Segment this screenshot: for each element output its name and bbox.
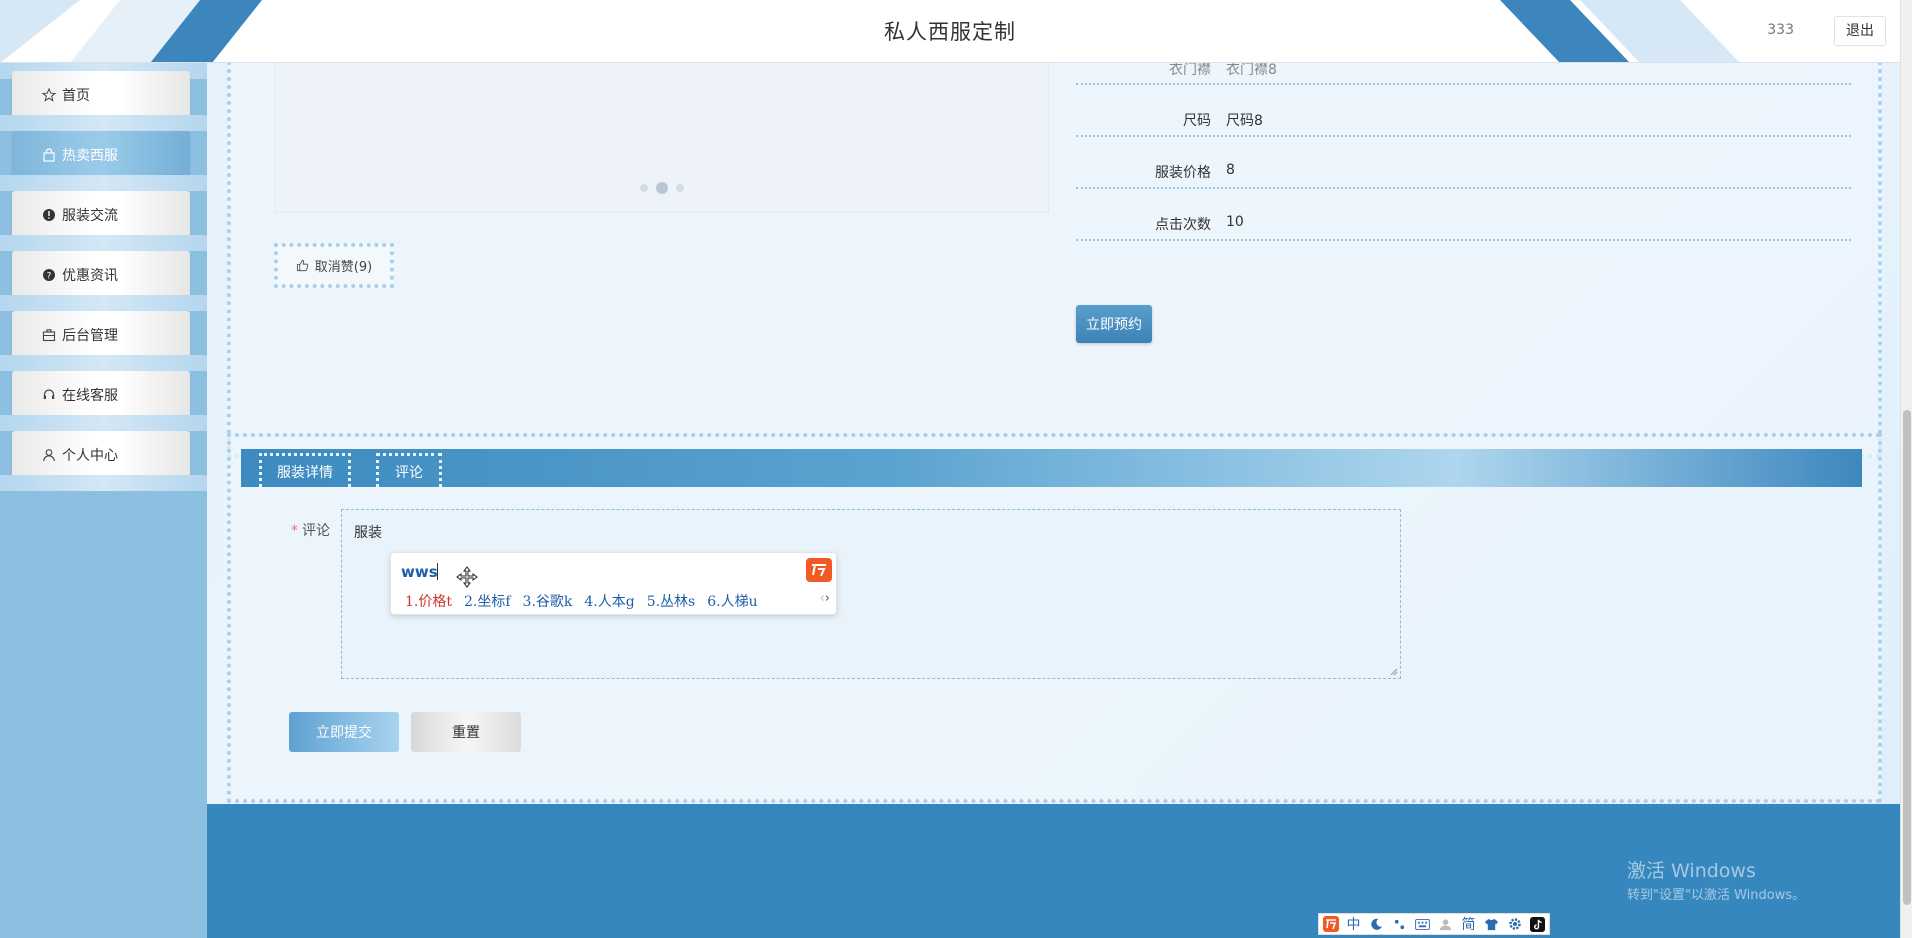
user-icon (42, 448, 56, 462)
sidebar-item-label: 首页 (62, 88, 90, 104)
account-icon[interactable] (1437, 915, 1455, 933)
unlike-label: 取消赞(9) (314, 260, 373, 275)
windows-activation-title: 激活 Windows (1627, 860, 1756, 882)
sidebar-divider (0, 355, 207, 371)
ime-mode-toggle[interactable]: 中 (1345, 915, 1363, 933)
ime-candidate[interactable]: 4.人本g (584, 591, 634, 611)
sidebar-item-profile[interactable]: 个人中心 (12, 431, 190, 479)
sidebar-divider (0, 415, 207, 431)
alert-icon (42, 208, 56, 222)
info-value: 8 (1226, 162, 1235, 178)
info-row-placket: 衣门襟 衣门襟8 (1076, 62, 1851, 85)
sidebar-item-clothing-exchange[interactable]: 服装交流 (12, 191, 190, 239)
resize-handle-icon[interactable] (1390, 668, 1398, 676)
headset-icon (42, 388, 56, 402)
carousel-indicators (640, 182, 684, 194)
ime-page-arrows[interactable]: ‹› (820, 591, 830, 606)
info-row-clicks: 点击次数 10 (1076, 189, 1851, 241)
info-value: 尺码8 (1226, 113, 1263, 129)
info-label: 点击次数 (1155, 217, 1211, 233)
info-row-size: 尺码 尺码8 (1076, 85, 1851, 137)
sidebar-item-admin[interactable]: 后台管理 (12, 311, 190, 359)
sidebar-item-label: 个人中心 (62, 448, 118, 464)
info-value: 10 (1226, 214, 1244, 230)
page-scrollbar[interactable] (1900, 0, 1912, 938)
page: 私人西服定制 333 退出 首页 热卖西服 服装交流 ? 优惠资讯 后台管理 在… (0, 0, 1912, 938)
site-title: 私人西服定制 (884, 20, 1016, 44)
info-row-price: 服装价格 8 (1076, 137, 1851, 189)
unlike-button[interactable]: 取消赞(9) (274, 243, 394, 288)
ime-next-icon[interactable]: › (825, 591, 830, 606)
info-label: 尺码 (1183, 113, 1211, 129)
charset-toggle[interactable]: 简 (1460, 915, 1478, 933)
sidebar: 首页 热卖西服 服装交流 ? 优惠资讯 后台管理 在线客服 个人中心 (0, 63, 207, 938)
comment-text: 服装 (354, 525, 382, 541)
ime-logo-icon[interactable] (806, 558, 832, 582)
product-detail-panel: 取消赞(9) 衣门襟 衣门襟8 尺码 尺码8 服装价格 8 点击次数 10 立即… (227, 53, 1882, 458)
tab-bar: 服装详情 评论 (241, 449, 1862, 487)
detail-tabs-panel: 服装详情 评论 * 评论 服装 立即提交 重置 (227, 433, 1882, 803)
logout-button[interactable]: 退出 (1834, 16, 1886, 46)
briefcase-icon (42, 328, 56, 342)
punctuation-icon[interactable] (1391, 915, 1409, 933)
ime-candidate[interactable]: 5.丛林s (647, 591, 696, 611)
sidebar-item-online-service[interactable]: 在线客服 (12, 371, 190, 419)
bag-icon (42, 148, 56, 162)
sidebar-divider (0, 235, 207, 251)
required-asterisk: * (291, 523, 298, 539)
sidebar-item-label: 后台管理 (62, 328, 118, 344)
ime-candidate[interactable]: 1.价格t (405, 591, 452, 611)
sidebar-item-label: 热卖西服 (62, 148, 118, 164)
info-label: 服装价格 (1155, 165, 1211, 181)
main-content: 取消赞(9) 衣门襟 衣门襟8 尺码 尺码8 服装价格 8 点击次数 10 立即… (207, 53, 1900, 938)
sidebar-divider (0, 175, 207, 191)
tiktok-icon[interactable] (1529, 915, 1547, 933)
ime-brand-icon[interactable] (1322, 915, 1340, 933)
moon-icon[interactable] (1368, 915, 1386, 933)
move-cursor-icon (456, 566, 478, 588)
skin-icon[interactable] (1483, 915, 1501, 933)
top-header: 私人西服定制 333 退出 (0, 0, 1900, 63)
svg-text:?: ? (47, 272, 52, 282)
carousel-dot[interactable] (676, 184, 684, 192)
ime-candidate[interactable]: 3.谷歌k (523, 591, 573, 611)
settings-gear-icon[interactable] (1506, 915, 1524, 933)
carousel-dot-active[interactable] (656, 182, 668, 194)
sidebar-item-home[interactable]: 首页 (12, 71, 190, 119)
carousel-dot[interactable] (640, 184, 648, 192)
sidebar-item-hot-suits[interactable]: 热卖西服 (12, 131, 190, 179)
sidebar-divider (0, 115, 207, 131)
submit-button[interactable]: 立即提交 (289, 712, 399, 752)
ime-caret (437, 563, 438, 580)
scrollbar-thumb[interactable] (1903, 410, 1911, 905)
tab-comments[interactable]: 评论 (376, 453, 442, 487)
comment-field-label: * 评论 (291, 520, 330, 540)
ime-candidate[interactable]: 6.人梯u (707, 591, 757, 611)
comment-label-text: 评论 (302, 523, 330, 539)
tab-clothing-details[interactable]: 服装详情 (259, 453, 351, 487)
sidebar-divider (0, 295, 207, 311)
sidebar-item-promotions[interactable]: ? 优惠资讯 (12, 251, 190, 299)
windows-activation-hint: 转到"设置"以激活 Windows。 (1627, 888, 1806, 903)
keyboard-icon[interactable] (1414, 915, 1432, 933)
ime-composition-text: wws (401, 563, 438, 581)
username-label: 333 (1767, 22, 1794, 38)
ime-candidate[interactable]: 2.坐标f (464, 591, 511, 611)
star-icon (42, 88, 56, 102)
sidebar-item-label: 优惠资讯 (62, 268, 118, 284)
sidebar-item-label: 服装交流 (62, 208, 118, 224)
question-icon: ? (42, 268, 56, 282)
reserve-button[interactable]: 立即预约 (1076, 305, 1152, 343)
ime-candidate-list: 1.价格t 2.坐标f 3.谷歌k 4.人本g 5.丛林s 6.人梯u (405, 591, 758, 611)
sidebar-divider (0, 475, 207, 491)
thumbs-up-icon (296, 259, 308, 272)
product-image-carousel[interactable] (274, 53, 1049, 213)
reset-button[interactable]: 重置 (411, 712, 521, 752)
ime-toolbar: 中 简 (1318, 913, 1550, 935)
sidebar-item-label: 在线客服 (62, 388, 118, 404)
footer: 激活 Windows 转到"设置"以激活 Windows。 (207, 804, 1900, 938)
